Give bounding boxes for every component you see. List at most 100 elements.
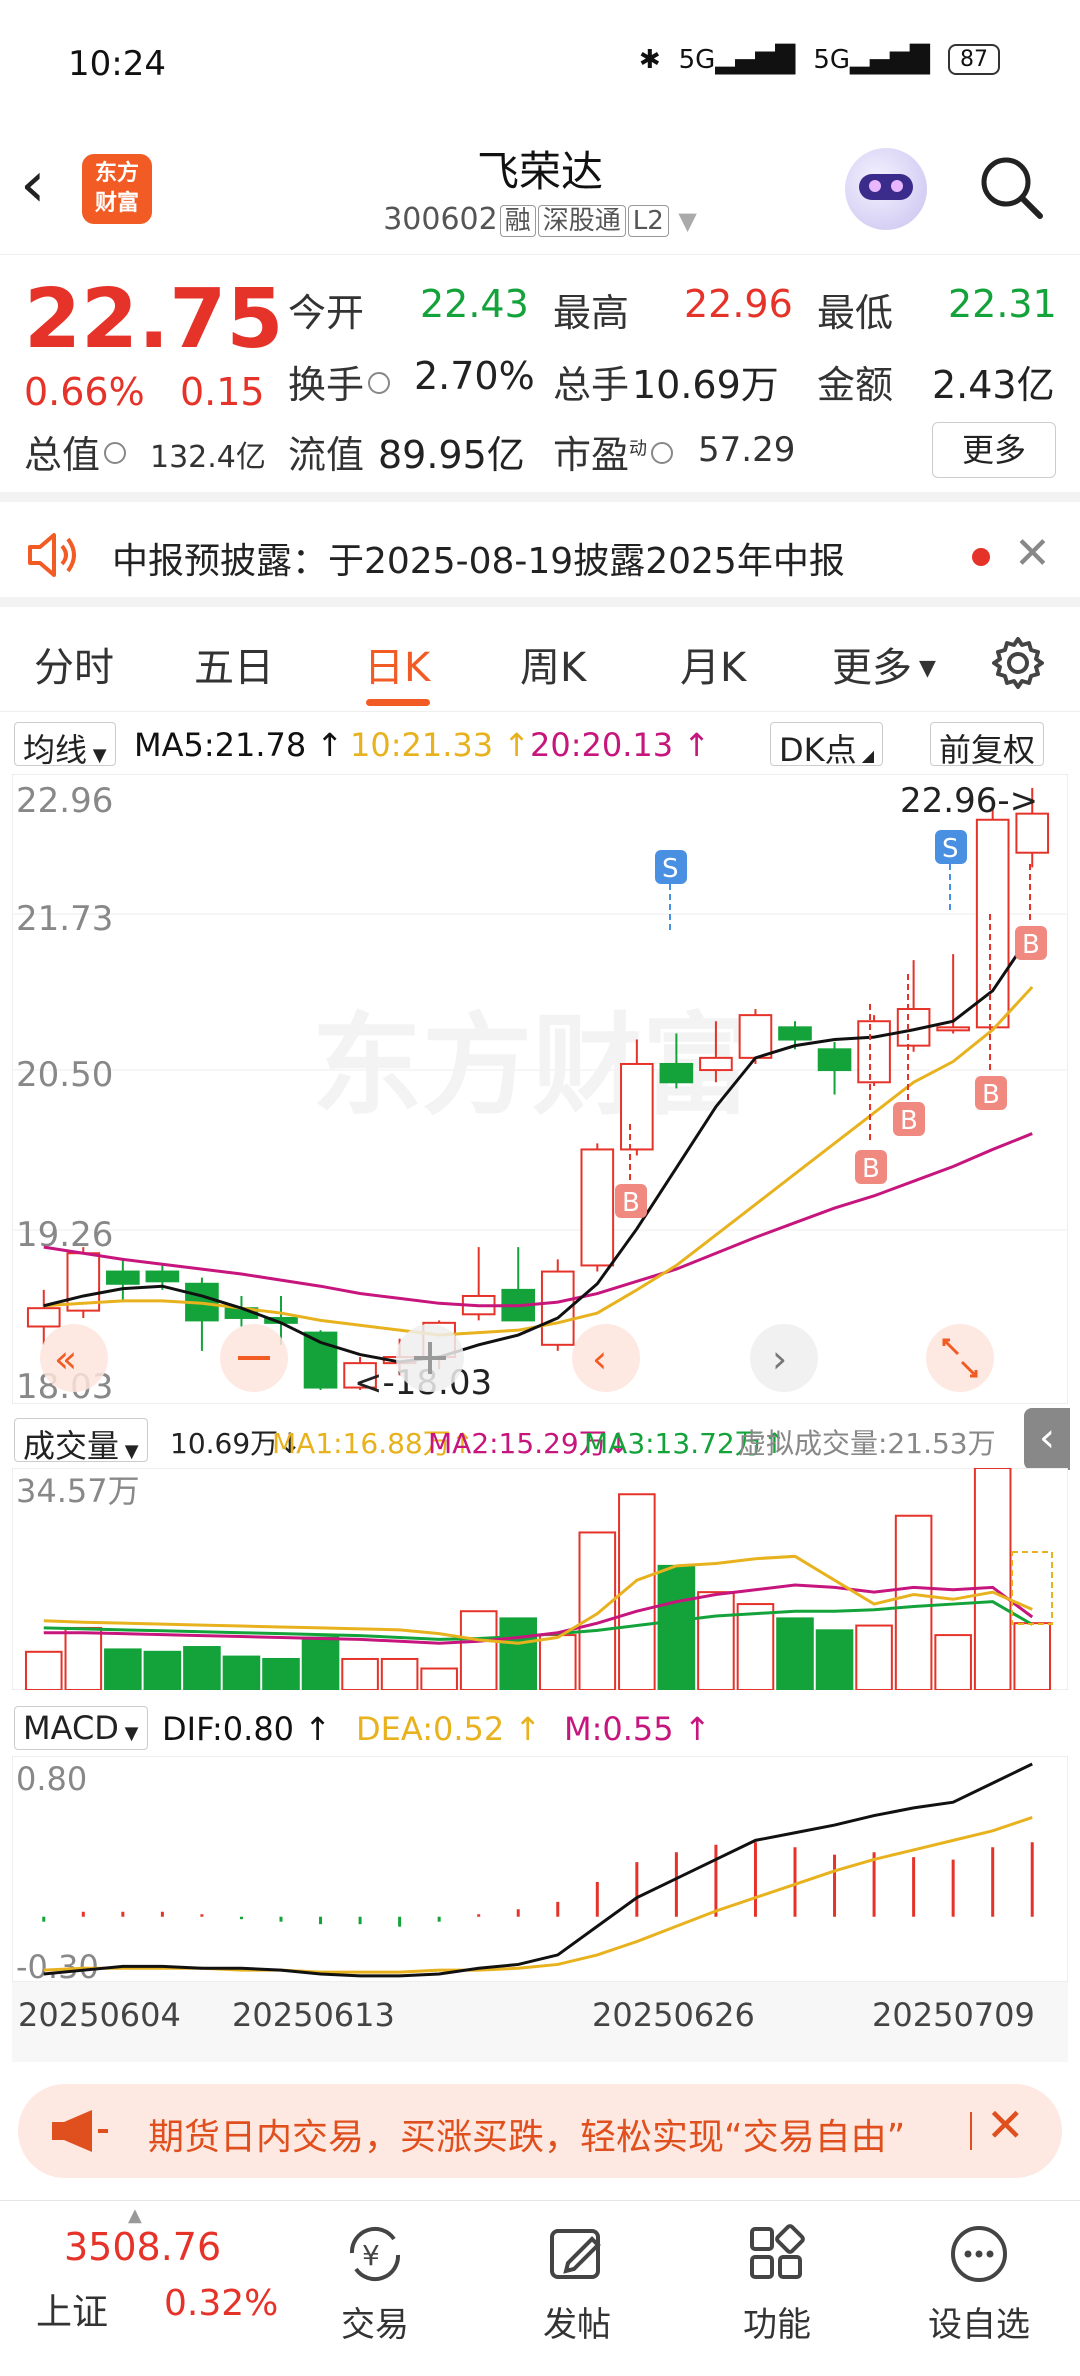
change-amount: 0.15 <box>180 370 265 414</box>
dropdown-arrow-icon[interactable]: ▼ <box>678 207 696 235</box>
volume-bar <box>222 1655 261 1690</box>
speaker-icon <box>28 533 76 577</box>
volume-bar <box>301 1636 340 1690</box>
low-label: 最低 <box>817 291 894 335</box>
svg-text:¥: ¥ <box>362 2239 380 2272</box>
index-ticker[interactable]: ▲ 3508.76 上证 0.32% <box>0 2201 290 2376</box>
scroll-left-icon[interactable]: ‹ <box>572 1324 640 1392</box>
volume-bar <box>815 1629 854 1690</box>
ma5-value: MA5:21.78 ↑ <box>134 726 344 764</box>
tab-daily-k[interactable]: 日K <box>364 635 430 693</box>
volume-bar <box>934 1634 972 1690</box>
volume-bar <box>499 1617 538 1690</box>
chevron-up-icon: ▲ <box>128 2205 142 2226</box>
tab-monthly-k[interactable]: 月K <box>680 635 746 693</box>
tab-more[interactable]: 更多 ▼ <box>832 635 936 693</box>
collapse-panel-icon[interactable]: ‹ <box>1024 1408 1070 1470</box>
kline-chart[interactable]: 东方财富 22.96 21.73 20.50 19.26 18.03 22.96… <box>12 774 1068 1404</box>
zoom-out-icon[interactable] <box>220 1324 288 1392</box>
volume-bar <box>420 1667 458 1690</box>
svg-text:B: B <box>862 1154 880 1184</box>
volume-selector[interactable]: 成交量 ▼ <box>14 1418 148 1465</box>
svg-text:‹: ‹ <box>592 1337 607 1381</box>
vol-max-label: 34.57万 <box>16 1472 140 1510</box>
index-change: 0.32% <box>164 2283 279 2324</box>
current-price: 22.75 <box>24 272 284 367</box>
nav-post[interactable]: 发帖 <box>502 2221 652 2346</box>
mktcap-value: 132.4亿 <box>150 440 266 475</box>
close-icon[interactable]: ✕ <box>986 2098 1025 2152</box>
high-value: 22.96 <box>684 282 793 326</box>
pe-label: 市盈动 <box>553 424 677 479</box>
adjust-selector[interactable]: 前复权 <box>930 722 1045 769</box>
tab-five-day[interactable]: 五日 <box>194 635 274 693</box>
megaphone-icon <box>52 2110 108 2152</box>
more-button[interactable]: 更多 <box>932 422 1056 478</box>
tag-margin: 融 <box>499 205 536 237</box>
fullscreen-icon[interactable] <box>926 1324 994 1392</box>
info-icon <box>104 442 127 464</box>
active-tab-indicator <box>366 699 430 706</box>
svg-text:S: S <box>942 834 959 864</box>
y-tick: 21.73 <box>16 899 113 939</box>
volume-bar <box>104 1648 142 1690</box>
dif-value: DIF:0.80 ↑ <box>162 1710 332 1748</box>
date-label: 20250709 <box>872 1996 1035 2034</box>
info-icon <box>368 372 391 394</box>
edit-icon <box>550 2229 601 2279</box>
m-value: M:0.55 ↑ <box>564 1710 711 1748</box>
volume-bar <box>24 1650 63 1690</box>
scroll-first-icon[interactable]: « <box>40 1324 108 1392</box>
indicator-selector[interactable]: 均线 ▼ <box>14 722 116 769</box>
status-icons: ✱ 5G▂▄▆█ 5G▂▄▆█ 87 <box>639 44 1000 75</box>
ad-divider <box>970 2112 972 2150</box>
bluetooth-icon: ✱ <box>638 44 661 75</box>
macd-chart[interactable]: 0.80 -0.30 <box>12 1756 1068 1982</box>
nav-watchlist[interactable]: 设自选 <box>904 2221 1054 2346</box>
nav-functions[interactable]: 功能 <box>702 2221 852 2346</box>
signal-icon: 5G▂▄▆█ <box>678 44 796 75</box>
svg-text:«: « <box>54 1337 77 1381</box>
candle <box>857 1015 891 1086</box>
svg-text:B: B <box>982 1080 1000 1110</box>
volume-value: 10.69万 <box>632 363 779 407</box>
scroll-right-icon[interactable]: › <box>750 1324 818 1392</box>
gear-icon[interactable] <box>990 635 1046 691</box>
change-percent: 0.66% <box>24 370 145 414</box>
assistant-robot-icon[interactable] <box>845 148 927 230</box>
search-icon[interactable] <box>976 152 1046 222</box>
macd-selector[interactable]: MACD ▼ <box>14 1706 148 1750</box>
close-icon[interactable]: ✕ <box>1014 528 1051 579</box>
volume-bar <box>973 1468 1012 1690</box>
tab-intraday[interactable]: 分时 <box>34 635 114 693</box>
volume-bar <box>855 1624 893 1690</box>
zoom-in-icon[interactable] <box>396 1324 464 1392</box>
volume-bar <box>143 1650 182 1690</box>
battery-icon: 87 <box>948 44 1000 75</box>
ad-banner[interactable]: 期货日内交易，买涨买跌，轻松实现“交易自由” ✕ <box>18 2084 1062 2178</box>
volume-bar <box>1013 1622 1052 1690</box>
nav-trade[interactable]: ¥ 交易 <box>300 2221 450 2346</box>
amount-label: 金额 <box>817 363 894 407</box>
volume-chart[interactable]: 34.57万 <box>12 1468 1068 1690</box>
dk-point-selector[interactable]: DK点 ◢ <box>770 722 884 769</box>
ma-legend-bar: 均线 ▼ MA5:21.78 ↑ 10:21.33 ↑ 20:20.13 ↑ D… <box>0 712 1080 774</box>
date-label: 20250626 <box>592 1996 755 2034</box>
tab-weekly-k[interactable]: 周K <box>520 635 586 693</box>
virtual-volume: 虚拟成交量:21.53万 <box>738 1427 996 1460</box>
high-label: 最高 <box>553 291 630 335</box>
volume-bar <box>183 1646 221 1690</box>
volume-bar <box>894 1514 933 1690</box>
macd-legend-bar: MACD ▼ DIF:0.80 ↑ DEA:0.52 ↑ M:0.55 ↑ <box>0 1696 1080 1758</box>
candle <box>975 801 1010 1029</box>
stock-code: 300602 <box>383 202 498 237</box>
unread-dot <box>972 548 990 566</box>
notice-bar[interactable]: 中报预披露：于2025-08-19披露2025年中报 ✕ <box>0 502 1080 607</box>
period-tabs: 分时 五日 日K 周K 月K 更多 ▼ <box>0 607 1080 712</box>
macd-bottom-label: -0.30 <box>16 1948 99 1982</box>
index-name: 上证 <box>36 2292 109 2333</box>
svg-text:B: B <box>900 1106 918 1136</box>
volume-label: 总手 <box>553 363 630 407</box>
ma20-value: 20:20.13 ↑ <box>530 726 711 764</box>
quote-panel: 22.75 0.66% 0.15 今开 22.43 最高 22.96 最低 22… <box>0 256 1080 502</box>
